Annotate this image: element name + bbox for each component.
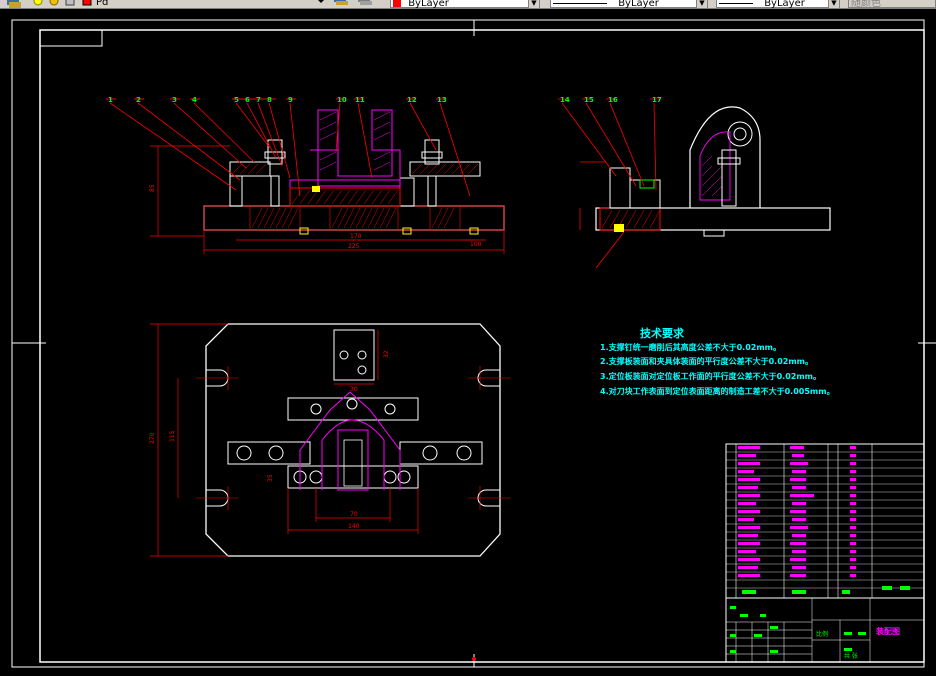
svg-text:3: 3 bbox=[172, 96, 177, 104]
title-block-texts: 装配图 比例 共 张 bbox=[816, 626, 900, 660]
svg-text:12: 12 bbox=[407, 96, 417, 104]
drawing-canvas[interactable]: 85 170 225 100 1 2 3 4 5 6 7 8 9 10 11 1… bbox=[0, 9, 936, 676]
lightbulb-icon[interactable] bbox=[32, 0, 44, 8]
lineweight-preview bbox=[719, 2, 753, 4]
svg-text:8: 8 bbox=[267, 96, 272, 104]
reverse-code-box bbox=[39, 29, 103, 47]
outer-frame bbox=[11, 19, 925, 668]
svg-text:15: 15 bbox=[584, 96, 594, 104]
tech-requirement-2: 2.支撑板装面和夹具体装面的平行度公差不大于0.02mm。 bbox=[600, 357, 814, 366]
lineweight-combo-value: ByLayer bbox=[764, 0, 805, 9]
svg-text:1: 1 bbox=[108, 96, 113, 104]
svg-text:4: 4 bbox=[192, 96, 197, 104]
plotstyle-combo[interactable]: 随颜色 bbox=[848, 0, 936, 8]
dim-top-inner: 115 bbox=[169, 430, 176, 442]
dim-top-w2: 140 bbox=[348, 523, 360, 530]
drawing-name: 装配图 bbox=[875, 626, 900, 636]
dim-top-small: 35 bbox=[267, 474, 274, 482]
dim-top-w1: 70 bbox=[350, 511, 358, 518]
sheet-label: 共 张 bbox=[844, 652, 858, 660]
lock-icon[interactable] bbox=[64, 0, 76, 8]
tech-requirement-4: 4.对刀块工作表面到定位表面距离的制造工差不大于0.005mm。 bbox=[600, 387, 835, 396]
tech-requirement-1: 1.支撑钉统一磨削后其高度公差不大于0.02mm。 bbox=[600, 343, 782, 352]
dim-top-block-h: 32 bbox=[383, 350, 390, 358]
linetype-combo[interactable]: ByLayer ▼ bbox=[550, 0, 708, 8]
svg-text:9: 9 bbox=[288, 96, 293, 104]
plotstyle-combo-value: 随颜色 bbox=[851, 0, 881, 9]
side-balloons: 14 15 16 17 bbox=[560, 96, 662, 104]
dim-top-block-w: 30 bbox=[350, 386, 358, 393]
layer-name: Pd bbox=[96, 0, 109, 8]
lineweight-combo[interactable]: ByLayer ▼ bbox=[716, 0, 840, 8]
color-swatch-icon bbox=[393, 0, 401, 7]
svg-text:17: 17 bbox=[652, 96, 662, 104]
layer-tools-icon[interactable] bbox=[356, 0, 374, 8]
tech-requirements-title: 技术要求 bbox=[640, 327, 684, 340]
drawing-svg: 85 170 225 100 1 2 3 4 5 6 7 8 9 10 11 1… bbox=[11, 19, 936, 668]
color-combo[interactable]: ByLayer ▼ bbox=[390, 0, 540, 8]
front-view bbox=[106, 98, 505, 254]
dim-front-right: 100 bbox=[470, 241, 482, 248]
side-view bbox=[558, 98, 831, 269]
inner-frame bbox=[39, 29, 925, 663]
layer-dropdown-arrow[interactable] bbox=[316, 0, 326, 8]
dim-front-height: 85 bbox=[149, 184, 156, 192]
chevron-down-icon[interactable]: ▼ bbox=[528, 0, 539, 8]
parts-list bbox=[725, 443, 925, 599]
svg-text:2: 2 bbox=[136, 96, 141, 104]
dim-front-inner: 170 bbox=[350, 233, 362, 240]
svg-text:11: 11 bbox=[355, 96, 365, 104]
properties-toolbar: Pd ByLayer ▼ ByLayer ▼ ByLayer ▼ 随颜色 bbox=[0, 0, 936, 9]
scale-label: 比例 bbox=[816, 630, 828, 638]
linetype-combo-value: ByLayer bbox=[618, 0, 659, 9]
svg-text:6: 6 bbox=[245, 96, 250, 104]
svg-text:16: 16 bbox=[608, 96, 618, 104]
dim-top-height: 270 bbox=[149, 432, 156, 444]
layer-states-icon[interactable] bbox=[332, 0, 350, 8]
svg-text:7: 7 bbox=[256, 96, 261, 104]
tech-requirement-3: 3.定位板装面对定位板工作面的平行度公差不大于0.02mm。 bbox=[600, 372, 822, 381]
origin-marker bbox=[472, 657, 476, 661]
top-view bbox=[150, 323, 510, 557]
svg-text:14: 14 bbox=[560, 96, 570, 104]
svg-text:10: 10 bbox=[337, 96, 347, 104]
front-balloons: 1 2 3 4 5 6 7 8 9 10 11 12 13 bbox=[108, 96, 447, 104]
dim-front-overall: 225 bbox=[348, 243, 360, 250]
layer-previous-icon[interactable] bbox=[4, 0, 24, 8]
centering-marks bbox=[12, 20, 936, 667]
svg-text:5: 5 bbox=[234, 96, 239, 104]
linetype-preview bbox=[553, 2, 607, 4]
svg-text:13: 13 bbox=[437, 96, 447, 104]
layer-color-swatch bbox=[82, 0, 92, 8]
sun-icon[interactable] bbox=[48, 0, 60, 8]
chevron-down-icon[interactable]: ▼ bbox=[828, 0, 839, 8]
color-combo-value: ByLayer bbox=[408, 0, 449, 9]
chevron-down-icon[interactable]: ▼ bbox=[696, 0, 707, 8]
